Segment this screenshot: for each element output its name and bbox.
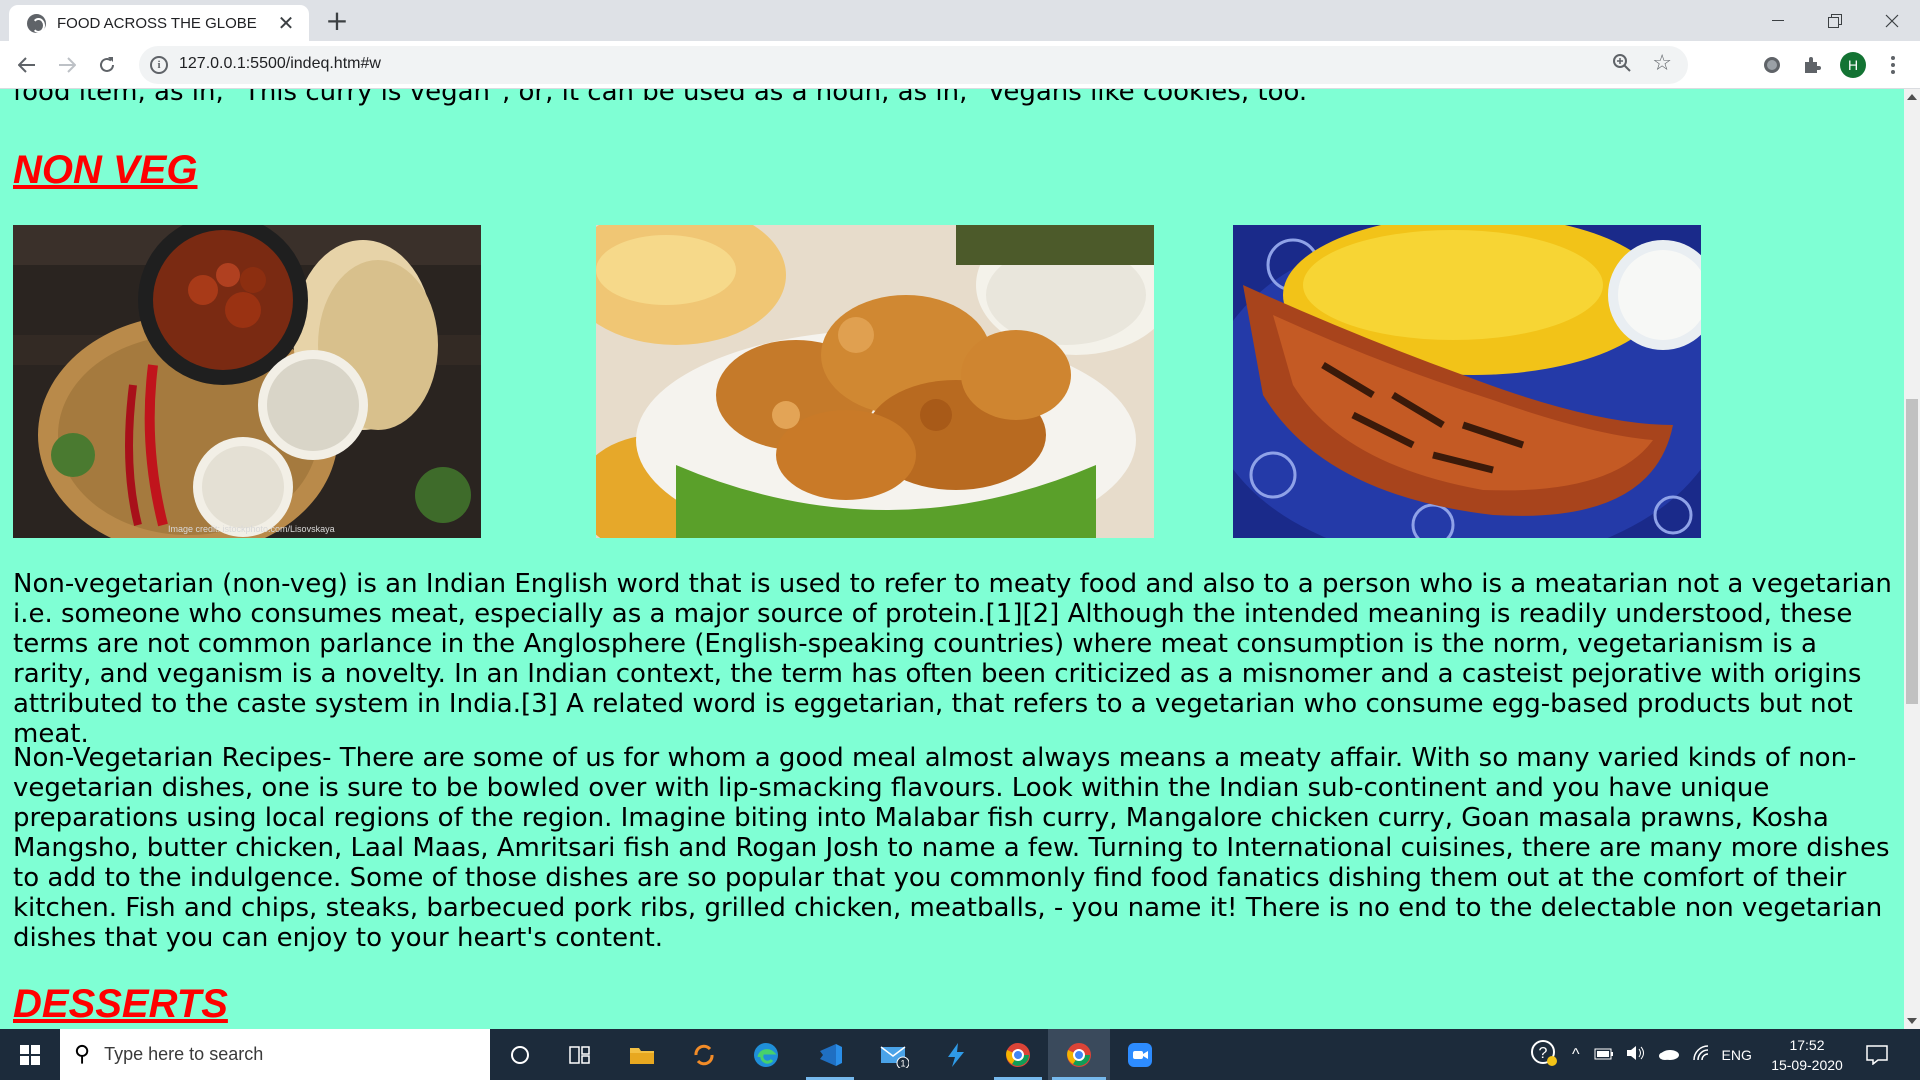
mail-badge: 1 <box>901 1058 906 1068</box>
menu-icon[interactable] <box>1880 52 1906 78</box>
page-viewport: food item, as in, "This curry is vegan",… <box>0 89 1904 1029</box>
vegan-paragraph-end: food item, as in, "This curry is vegan",… <box>13 89 1320 107</box>
curry-platter-image: Image credit: istockphoto.com/Lisovskaya <box>13 225 481 538</box>
vscode-icon <box>820 1043 842 1066</box>
nonveg-recipes-paragraph: Non-Vegetarian Recipes- There are some o… <box>13 743 1890 953</box>
windows-taskbar: ⚲ Type here to search 1 ? ^ ENG 17:52 15… <box>0 1029 1920 1080</box>
vscode-button[interactable] <box>802 1029 858 1080</box>
reload-button[interactable] <box>91 49 123 81</box>
browser-tab[interactable]: FOOD ACROSS THE GLOBE ✕ <box>9 5 309 41</box>
scroll-down-icon[interactable] <box>1907 1018 1917 1024</box>
extension-icon[interactable] <box>1759 52 1785 78</box>
search-placeholder: Type here to search <box>104 1044 264 1064</box>
address-bar[interactable]: i 127.0.0.1:5500/indeq.htm#w ☆ <box>139 46 1688 84</box>
help-icon[interactable]: ? <box>1530 1039 1558 1070</box>
tab-title: FOOD ACROSS THE GLOBE <box>57 14 257 32</box>
globe-icon <box>27 13 46 33</box>
scrollbar-thumb[interactable] <box>1906 399 1918 704</box>
nonveg-definition-paragraph: Non-vegetarian (non-veg) is an Indian En… <box>13 569 1892 749</box>
restore-icon <box>1827 13 1842 28</box>
mail-button[interactable]: 1 <box>866 1029 922 1080</box>
file-explorer-button[interactable] <box>614 1029 670 1080</box>
clock-time: 17:52 <box>1789 1037 1825 1053</box>
edge-icon <box>754 1042 778 1067</box>
desserts-heading: DESSERTS <box>13 982 228 1026</box>
cortana-button[interactable] <box>492 1029 548 1080</box>
page-scrollbar[interactable] <box>1904 89 1920 1029</box>
wifi-icon[interactable] <box>1692 1045 1710 1064</box>
mail-icon: 1 <box>880 1045 909 1068</box>
nonveg-heading: NON VEG <box>13 148 198 192</box>
onedrive-icon[interactable] <box>1658 1047 1680 1063</box>
profile-avatar[interactable]: H <box>1840 52 1866 78</box>
notification-icon <box>1866 1044 1888 1065</box>
lightning-icon <box>948 1042 964 1067</box>
chrome-icon <box>1006 1042 1030 1067</box>
puzzle-icon[interactable] <box>1799 52 1825 78</box>
image-credit: Image credit: istockphoto.com/Lisovskaya <box>168 524 335 534</box>
clock[interactable]: 17:52 15-09-2020 <box>1762 1035 1852 1075</box>
reload-icon <box>100 57 114 72</box>
cortana-icon <box>511 1045 529 1064</box>
taskbar-search-box[interactable]: ⚲ Type here to search <box>60 1029 490 1080</box>
folder-icon <box>630 1047 654 1064</box>
notification-button[interactable] <box>1866 1029 1888 1080</box>
star-icon[interactable]: ☆ <box>1652 51 1672 76</box>
minimize-icon <box>1771 19 1784 21</box>
restore-button[interactable] <box>1806 0 1863 41</box>
info-icon[interactable]: i <box>150 56 168 74</box>
forward-button[interactable] <box>51 49 83 81</box>
chrome-profile-button[interactable] <box>990 1029 1046 1080</box>
powerautomate-button[interactable] <box>928 1029 984 1080</box>
start-button[interactable] <box>0 1029 60 1080</box>
browser-toolbar: i 127.0.0.1:5500/indeq.htm#w ☆ H <box>0 41 1920 89</box>
chrome-active-button[interactable] <box>1048 1029 1110 1080</box>
system-tray: ? ^ ENG <box>1530 1029 1752 1080</box>
windows-logo-icon <box>20 1044 40 1065</box>
zoom-app-button[interactable] <box>1112 1029 1168 1080</box>
url-text[interactable]: 127.0.0.1:5500/indeq.htm#w <box>179 55 381 73</box>
tab-strip: FOOD ACROSS THE GLOBE ✕ + <box>0 0 1920 41</box>
grilled-chicken-image <box>1233 225 1701 538</box>
clock-date: 15-09-2020 <box>1771 1057 1843 1073</box>
minimize-button[interactable] <box>1749 0 1806 41</box>
search-icon: ⚲ <box>74 1042 91 1067</box>
forward-arrow-icon <box>59 57 76 73</box>
chrome-icon <box>1067 1042 1091 1067</box>
video-camera-icon <box>1128 1042 1152 1067</box>
battery-icon[interactable] <box>1594 1047 1614 1063</box>
task-view-icon <box>569 1045 590 1064</box>
close-window-button[interactable] <box>1863 0 1920 41</box>
back-button[interactable] <box>11 49 43 81</box>
scroll-up-icon[interactable] <box>1907 94 1917 100</box>
svg-text:?: ? <box>1539 1045 1548 1062</box>
back-arrow-icon <box>18 57 35 73</box>
sync-icon <box>694 1044 714 1065</box>
fried-chicken-image <box>596 225 1154 538</box>
edge-button[interactable] <box>738 1029 794 1080</box>
close-tab-icon[interactable]: ✕ <box>275 11 297 35</box>
new-tab-button[interactable]: + <box>322 7 352 37</box>
volume-icon[interactable] <box>1626 1045 1646 1064</box>
close-icon <box>1885 14 1898 27</box>
task-view-button[interactable] <box>552 1029 608 1080</box>
language-indicator[interactable]: ENG <box>1722 1047 1752 1063</box>
chevron-up-icon[interactable]: ^ <box>1572 1046 1580 1064</box>
app-sync-button[interactable] <box>676 1029 732 1080</box>
zoom-icon[interactable] <box>1612 53 1632 78</box>
